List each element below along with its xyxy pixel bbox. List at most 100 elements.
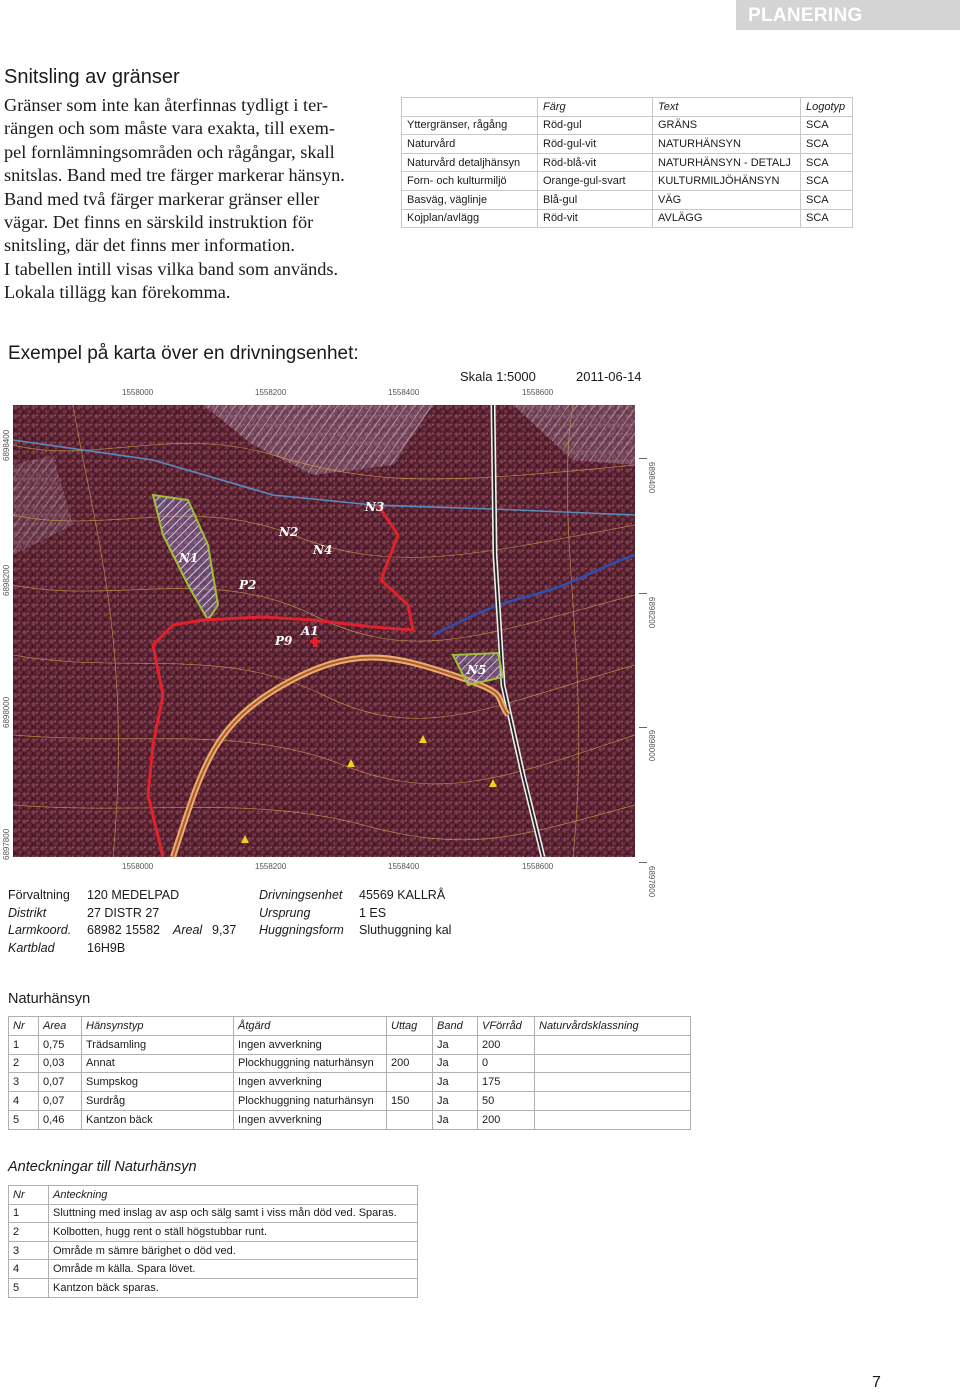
- x-tick-bottom: 1558000: [122, 862, 154, 871]
- header-cell: Band: [432, 1016, 478, 1036]
- header-cell: Nr: [8, 1016, 39, 1036]
- table-cell: Ja: [432, 1109, 478, 1130]
- table-cell: SCA: [800, 115, 853, 136]
- map-label-N4: N4: [312, 543, 332, 557]
- table-cell: Yttergränser, rågång: [401, 115, 538, 136]
- table-cell: Annat: [81, 1053, 234, 1074]
- table-cell: NATURHÄNSYN: [652, 134, 801, 154]
- table-cell: 200: [477, 1034, 535, 1055]
- intro-line: snitslas. Band med tre färger markerar h…: [4, 165, 345, 186]
- y-tick-right: 6898000: [647, 730, 656, 762]
- table-cell: 0: [477, 1053, 535, 1074]
- table-row: Naturvård detaljhänsyn Röd-blå-vit NATURHÄ…: [401, 152, 853, 173]
- table-cell: SCA: [800, 208, 853, 229]
- table-row: Kojplan/avlägg Röd-vit AVLÄGG SCA: [401, 208, 853, 229]
- table-cell: Röd-gul: [537, 115, 653, 136]
- huggningsform-value: Sluthuggning kal: [359, 923, 452, 937]
- table-cell: Basväg, väglinje: [401, 189, 538, 210]
- kartblad-value: 16H9B: [87, 941, 126, 955]
- table-cell: Område m sämre bärighet o död ved.: [48, 1240, 418, 1261]
- table-cell: Röd-gul-vit: [537, 134, 653, 154]
- table-cell: [386, 1109, 433, 1130]
- table-cell: 4: [8, 1091, 39, 1111]
- table-cell: 2: [8, 1222, 49, 1242]
- y-tick-left: 6897800: [2, 828, 11, 860]
- table-cell: [534, 1072, 691, 1093]
- drivningsenhet-label: Drivningsenhet: [259, 888, 343, 902]
- drivningsenhet-value: 45569 KALLRÅ: [359, 888, 446, 902]
- table-cell: Kantzon bäck: [81, 1109, 234, 1130]
- header-cell: Nr: [8, 1185, 49, 1205]
- y-tick-left: 6898400: [2, 429, 11, 461]
- table-cell: Kojplan/avlägg: [401, 208, 538, 229]
- x-tick-top: 1558000: [122, 388, 154, 397]
- table-cell: 150: [386, 1091, 433, 1111]
- table-cell: 0,46: [38, 1109, 82, 1130]
- table-cell: Ja: [432, 1034, 478, 1055]
- forvaltning-label: Förvaltning: [8, 888, 70, 902]
- areal-label: Areal: [173, 923, 203, 937]
- header-cell: Anteckning: [48, 1185, 418, 1205]
- table-cell: 1: [8, 1203, 49, 1224]
- intro-line: Band med två färger markerar gränser ell…: [4, 188, 320, 209]
- table-cell: 5: [8, 1277, 49, 1298]
- table-cell: VÄG: [652, 189, 801, 210]
- table-cell: 175: [477, 1072, 535, 1093]
- map-label-N3: N3: [364, 500, 384, 514]
- table-cell: Orange-gul-svart: [537, 171, 653, 191]
- table-cell: SCA: [800, 171, 853, 191]
- table-header-row: Nr Area Hänsynstyp Åtgärd Uttag Band VFö…: [8, 1016, 691, 1036]
- table-cell: [534, 1109, 691, 1130]
- table-cell: Sumpskog: [81, 1072, 234, 1093]
- header-label: PLANERING: [748, 5, 863, 26]
- naturhansyn-title: Naturhänsyn: [8, 991, 91, 1007]
- huggningsform-label: Huggningsform: [259, 923, 344, 937]
- table-row: 3 0,07 Sumpskog Ingen avverkning Ja 175: [8, 1072, 691, 1093]
- table-cell: SCA: [800, 134, 853, 154]
- table-cell: Naturvård: [401, 134, 538, 154]
- table-row: 2 0,03 Annat Plockhuggning naturhänsyn 200 Ja…: [8, 1053, 691, 1074]
- header-cell: Uttag: [386, 1016, 433, 1036]
- distrikt-value: 27 DISTR 27: [87, 906, 160, 920]
- table-row: 2 Kolbotten, hugg rent o ställ högstubbar…: [8, 1222, 418, 1242]
- table-cell: [534, 1091, 691, 1111]
- section-title: Snitsling av gränser: [4, 66, 180, 88]
- table-cell: KULTURMILJÖHÄNSYN: [652, 171, 801, 191]
- forvaltning-value: 120 MEDELPAD: [87, 888, 180, 902]
- table-cell: Ingen avverkning: [233, 1109, 387, 1130]
- map-label-N1: N1: [178, 551, 198, 565]
- band-header-cell: [401, 97, 538, 117]
- table-row: 1 0,75 Trädsamling Ingen avverkning Ja 200: [8, 1034, 691, 1055]
- map-label-N2: N2: [278, 525, 298, 539]
- table-cell: Forn- och kulturmiljö: [401, 171, 538, 191]
- map-label-N5: N5: [466, 663, 486, 677]
- table-row: Naturvård Röd-gul-vit NATURHÄNSYN SCA: [401, 134, 853, 154]
- intro-line: pel fornlämningsområden och rågångar, sk…: [4, 141, 335, 162]
- band-header-cell: Logotyp: [800, 97, 853, 117]
- tick-mark: [639, 862, 647, 863]
- x-tick-top: 1558200: [255, 388, 287, 397]
- intro-line: Lokala tillägg kan förekomma.: [4, 282, 231, 303]
- table-cell: [534, 1034, 691, 1055]
- kartblad-label: Kartblad: [8, 941, 55, 955]
- intro-line: snitsling, där det finns mer information…: [4, 235, 295, 256]
- table-cell: Surdråg: [81, 1091, 234, 1111]
- naturhansyn-table: Nr Area Hänsynstyp Åtgärd Uttag Band VFö…: [8, 1016, 691, 1130]
- tick-mark: [639, 593, 647, 594]
- table-cell: Område m källa. Spara lövet.: [48, 1259, 418, 1279]
- table-cell: Trädsamling: [81, 1034, 234, 1055]
- x-tick-bottom: 1558600: [522, 862, 554, 871]
- tick-mark: [639, 727, 647, 728]
- table-cell: GRÄNS: [652, 115, 801, 136]
- table-cell: 200: [477, 1109, 535, 1130]
- x-tick-bottom: 1558400: [388, 862, 420, 871]
- table-cell: Ja: [432, 1053, 478, 1074]
- table-cell: 4: [8, 1259, 49, 1279]
- map-scale: Skala 1:5000: [460, 369, 536, 384]
- table-row: 5 Kantzon bäck sparas.: [8, 1277, 418, 1298]
- aerial-map[interactable]: N3 N2 N4 N1 P2 A1 P9 N5: [13, 405, 635, 857]
- table-cell: [386, 1034, 433, 1055]
- table-row: 5 0,46 Kantzon bäck Ingen avverkning Ja 200: [8, 1109, 691, 1130]
- table-cell: 3: [8, 1072, 39, 1093]
- table-cell: 3: [8, 1240, 49, 1261]
